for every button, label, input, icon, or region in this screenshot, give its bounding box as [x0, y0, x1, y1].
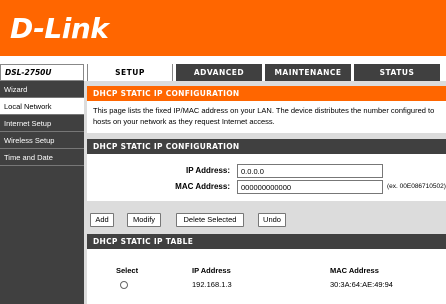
tab-advanced[interactable]: ADVANCED [176, 64, 262, 81]
header-banner: D-Link [0, 0, 446, 56]
tab-setup[interactable]: SETUP [87, 64, 173, 81]
intro-panel: DHCP STATIC IP CONFIGURATION This page l… [87, 86, 446, 133]
tab-status[interactable]: STATUS [354, 64, 440, 81]
mac-example-hint: (ex. 00E086710502) [387, 183, 446, 190]
sidebar-item-time-and-date[interactable]: Time and Date [0, 149, 84, 166]
col-header-ip: IP Address [192, 266, 231, 275]
intro-title: DHCP STATIC IP CONFIGURATION [87, 86, 446, 101]
row-mac-value: 30:3A:64:AE:49:94 [330, 280, 393, 289]
config-title: DHCP STATIC IP CONFIGURATION [87, 139, 446, 154]
mac-row: MAC Address: (ex. 00E086710502) [87, 180, 446, 194]
ip-row: IP Address: [87, 164, 446, 178]
config-panel: DHCP STATIC IP CONFIGURATION IP Address:… [87, 139, 446, 201]
sidebar-item-wireless-setup[interactable]: Wireless Setup [0, 132, 84, 149]
table-panel: DHCP STATIC IP TABLE Select IP Address M… [87, 234, 446, 304]
main-content: DHCP STATIC IP CONFIGURATION This page l… [87, 81, 446, 304]
mac-label: MAC Address: [175, 182, 230, 191]
intro-description: This page lists the fixed IP/MAC address… [93, 106, 435, 126]
tab-maintenance[interactable]: MAINTENANCE [265, 64, 351, 81]
row-ip-value: 192.168.1.3 [192, 280, 232, 289]
add-button[interactable]: Add [90, 213, 114, 227]
modify-button[interactable]: Modify [127, 213, 161, 227]
row-select-radio[interactable] [120, 281, 128, 289]
model-name: DSL-2750U [0, 64, 84, 81]
col-header-mac: MAC Address [330, 266, 379, 275]
table-title: DHCP STATIC IP TABLE [87, 234, 446, 249]
sidebar: Wizard Local Network Internet Setup Wire… [0, 81, 84, 304]
delete-selected-button[interactable]: Delete Selected [176, 213, 244, 227]
undo-button[interactable]: Undo [258, 213, 286, 227]
mac-address-input[interactable] [237, 180, 383, 194]
sidebar-item-local-network[interactable]: Local Network [0, 98, 84, 115]
sidebar-item-internet-setup[interactable]: Internet Setup [0, 115, 84, 132]
sidebar-item-wizard[interactable]: Wizard [0, 81, 84, 98]
ip-label: IP Address: [185, 166, 230, 175]
col-header-select: Select [116, 266, 139, 275]
header-divider [0, 56, 446, 64]
ip-address-input[interactable] [237, 164, 383, 178]
dlink-logo: D-Link [10, 12, 109, 45]
